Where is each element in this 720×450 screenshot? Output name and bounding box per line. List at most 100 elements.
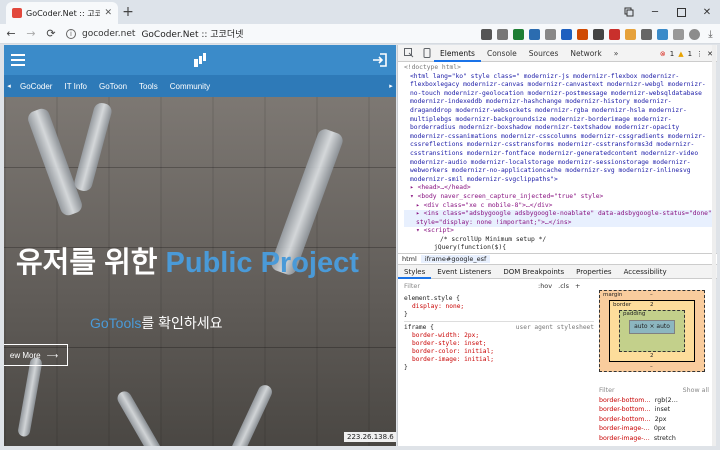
box-margin[interactable]: margin – border 2 padding auto × auto 2 … xyxy=(599,290,705,372)
show-all-checkbox[interactable]: Show all xyxy=(683,386,709,396)
dom-ins-node[interactable]: ▸ <ins class="adsbygoogle adsbygoogle-no… xyxy=(404,210,713,228)
tab-event-listeners[interactable]: Event Listeners xyxy=(431,265,497,279)
style-property[interactable]: border-style: inset; xyxy=(404,340,594,348)
new-tab-button[interactable]: + xyxy=(120,4,136,20)
border-label: border xyxy=(613,302,632,308)
computed-filter-input[interactable]: Filter xyxy=(599,386,615,396)
computed-row[interactable]: border-image-… 0px xyxy=(599,424,717,434)
tab-sources[interactable]: Sources xyxy=(523,45,565,62)
breadcrumb-iframe[interactable]: iframe#google_esf xyxy=(420,255,491,263)
wrench-image xyxy=(72,101,114,193)
inspect-icon[interactable] xyxy=(402,47,416,59)
box-border[interactable]: border 2 padding auto × auto 2 xyxy=(609,300,695,362)
style-property[interactable]: border-image: initial; xyxy=(404,356,594,364)
extension-icon[interactable] xyxy=(593,28,604,40)
tab-console[interactable]: Console xyxy=(481,45,523,62)
site-nav: ◂ GoCoder IT Info GoToon Tools Community… xyxy=(4,75,396,97)
extension-icon[interactable] xyxy=(529,28,540,40)
dom-html-node[interactable]: <html lang="ko" style class=" modernizr-… xyxy=(404,73,713,185)
error-icon[interactable]: ⊗ xyxy=(660,50,666,58)
url-text: gocoder.net xyxy=(82,28,136,39)
computed-row[interactable]: border-image-… stretch xyxy=(599,434,717,444)
nav-community[interactable]: Community xyxy=(164,82,216,91)
dom-body-node[interactable]: ▾ <body naver_screen_capture_injected="t… xyxy=(404,193,713,202)
rule-source: user agent stylesheet xyxy=(515,324,594,331)
minimize-button[interactable]: ─ xyxy=(642,0,668,24)
maximize-button[interactable] xyxy=(668,0,694,24)
breadcrumb-html[interactable]: html xyxy=(398,255,421,263)
download-icon[interactable]: ⤓ xyxy=(705,29,716,40)
extension-icon[interactable] xyxy=(513,28,524,40)
tab-elements[interactable]: Elements xyxy=(434,45,481,62)
window-copy-icon[interactable] xyxy=(616,0,642,24)
nav-tools[interactable]: Tools xyxy=(133,82,164,91)
dom-script-comment: /* scrollUp Minimum setup */ xyxy=(440,235,547,243)
dom-script-node[interactable]: ▾ <script> xyxy=(404,227,713,236)
dom-head-node[interactable]: ▸ <head>…</head> xyxy=(404,184,713,193)
nav-next-icon[interactable]: ▸ xyxy=(386,82,396,90)
nav-prev-icon[interactable]: ◂ xyxy=(4,82,14,90)
extension-icon[interactable] xyxy=(641,28,652,40)
computed-row[interactable]: border-bottom… inset xyxy=(599,405,717,415)
extension-icon[interactable] xyxy=(625,28,636,40)
dom-div-node[interactable]: ▸ <div class="xe c mobile-8">…</div> xyxy=(404,202,713,211)
computed-panel: Filter Show all border-bottom… rgb(2… bord… xyxy=(599,386,717,443)
tab-network[interactable]: Network xyxy=(564,45,607,62)
login-icon[interactable] xyxy=(372,52,388,68)
browser-tab[interactable]: GoCoder.Net :: 고코더 ✕ xyxy=(6,2,118,24)
hamburger-menu-icon[interactable] xyxy=(11,54,25,66)
site-logo-icon[interactable] xyxy=(194,53,206,67)
tab-dom-breakpoints[interactable]: DOM Breakpoints xyxy=(497,265,570,279)
nav-it-info[interactable]: IT Info xyxy=(58,82,93,91)
devtools-scrollbar[interactable] xyxy=(712,45,716,446)
info-icon[interactable]: i xyxy=(66,28,76,39)
close-window-button[interactable]: ✕ xyxy=(694,0,720,24)
profile-avatar[interactable] xyxy=(689,28,700,40)
tab-close-icon[interactable]: ✕ xyxy=(104,8,112,18)
iframe-selector[interactable]: iframe { xyxy=(404,324,434,332)
ip-badge: 223.26.138.6 xyxy=(344,432,396,442)
warning-icon[interactable]: ▲ xyxy=(678,50,683,58)
tab-accessibility[interactable]: Accessibility xyxy=(618,265,673,279)
extension-icon[interactable] xyxy=(577,28,588,40)
computed-row[interactable]: border-bottom… 2px xyxy=(599,415,717,425)
extension-icon[interactable] xyxy=(497,28,508,40)
style-property[interactable]: border-width: 2px; xyxy=(404,332,594,340)
extension-icon[interactable] xyxy=(609,28,620,40)
nav-gotoon[interactable]: GoToon xyxy=(93,82,133,91)
element-style-selector[interactable]: element.style { xyxy=(404,295,594,303)
nav-gocoder[interactable]: GoCoder xyxy=(14,82,58,91)
more-tabs-button[interactable]: » xyxy=(608,45,625,62)
computed-row[interactable]: border-bottom… rgb(2… xyxy=(599,396,717,406)
cls-toggle[interactable]: .cls xyxy=(558,282,569,290)
wrench-image xyxy=(227,382,275,446)
box-padding[interactable]: padding auto × auto xyxy=(619,310,685,352)
menu-icon[interactable]: ⋮ xyxy=(696,50,703,58)
dom-doctype[interactable]: <!doctype html> xyxy=(404,64,713,73)
address-bar[interactable]: i gocoder.net GoCoder.Net :: 고코더넷 xyxy=(66,26,266,42)
tab-styles[interactable]: Styles xyxy=(398,265,432,279)
wrench-image xyxy=(17,356,43,438)
site-header xyxy=(4,45,396,75)
extension-icon[interactable] xyxy=(545,28,556,40)
new-rule-button[interactable]: + xyxy=(575,282,580,290)
hov-toggle[interactable]: :hov xyxy=(538,282,552,290)
margin-top-value: – xyxy=(650,292,653,298)
forward-button[interactable]: → xyxy=(22,27,40,40)
view-more-button[interactable]: ew More ⟶ xyxy=(4,344,68,366)
extension-icon[interactable] xyxy=(657,28,668,40)
style-property[interactable]: display: none; xyxy=(404,303,594,311)
device-toggle-icon[interactable] xyxy=(420,47,434,59)
dom-script-code: jQuery(function($){ xyxy=(434,244,507,252)
style-property[interactable]: border-color: initial; xyxy=(404,348,594,356)
extension-icon[interactable] xyxy=(481,28,492,40)
back-button[interactable]: ← xyxy=(2,27,20,40)
tab-properties[interactable]: Properties xyxy=(570,265,617,279)
arrow-right-icon: ⟶ xyxy=(46,350,59,360)
border-bottom-value: 2 xyxy=(650,353,654,359)
extension-icon[interactable] xyxy=(673,28,684,40)
filter-tools: :hov .cls + xyxy=(538,282,580,290)
extension-icon[interactable] xyxy=(561,28,572,40)
box-content[interactable]: auto × auto xyxy=(629,320,675,334)
reload-button[interactable]: ⟳ xyxy=(42,27,60,40)
